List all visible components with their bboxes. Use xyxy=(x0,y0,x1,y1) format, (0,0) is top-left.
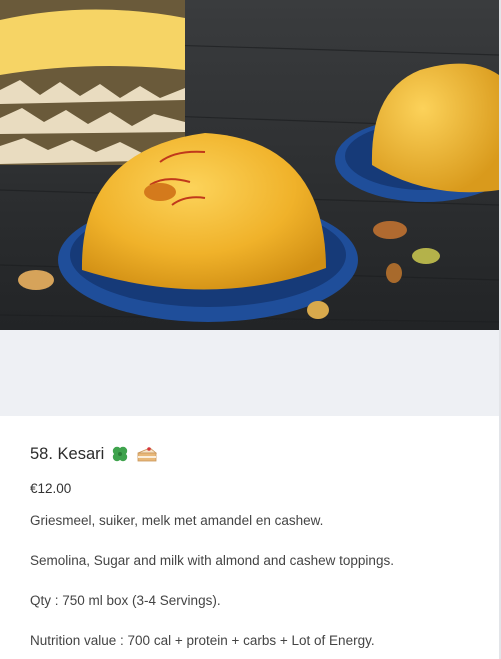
four-leaf-clover-icon xyxy=(110,444,130,464)
product-price: €12.00 xyxy=(30,481,72,496)
product-image xyxy=(0,0,499,330)
nutrition-line: Nutrition value : 700 cal + protein + ca… xyxy=(30,633,375,648)
image-placeholder-band xyxy=(0,330,499,416)
description-line-dutch: Griesmeel, suiker, melk met amandel en c… xyxy=(30,513,324,528)
pineapple-slices xyxy=(0,0,185,165)
product-card: 58. Kesari €12.00 Griesmeel, suiker, mel… xyxy=(0,0,501,659)
cake-slice-icon xyxy=(136,445,158,463)
kesari-photo-illustration xyxy=(0,0,499,330)
product-title: 58. Kesari xyxy=(30,444,158,464)
description-line-english: Semolina, Sugar and milk with almond and… xyxy=(30,553,394,568)
quantity-line: Qty : 750 ml box (3-4 Servings). xyxy=(30,593,221,608)
product-title-text: 58. Kesari xyxy=(30,444,105,463)
